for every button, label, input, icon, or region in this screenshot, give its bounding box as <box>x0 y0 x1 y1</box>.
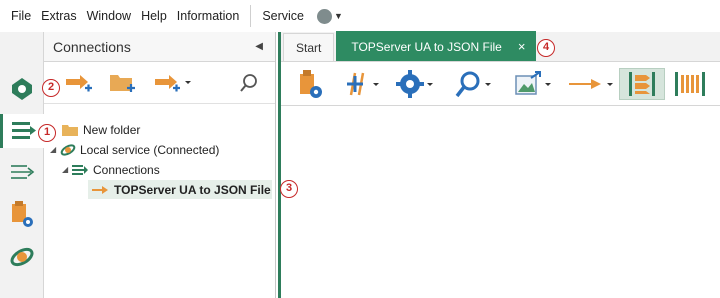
connections-panel: Connections ◀ New folder ◢ Local service… <box>44 32 276 298</box>
callout-4: 4 <box>537 39 555 57</box>
collapse-panel-icon[interactable]: ◀ <box>255 41 263 52</box>
menu-service[interactable]: Service <box>257 5 309 27</box>
expand-caret-icon[interactable]: ◢ <box>62 165 72 174</box>
tab-start[interactable]: Start <box>283 33 335 61</box>
add-mapping-icon[interactable] <box>341 68 383 100</box>
main-area: Start TOPServer UA to JSON File × <box>278 31 720 298</box>
callout-1: 1 <box>38 124 56 142</box>
tab-bar: Start TOPServer UA to JSON File × <box>281 31 720 62</box>
search-icon[interactable] <box>453 68 495 100</box>
folder-icon <box>62 125 78 136</box>
connections-toolbar <box>44 62 275 104</box>
menu-extras[interactable]: Extras <box>36 5 81 27</box>
tab-label: TOPServer UA to JSON File <box>351 39 502 54</box>
tree-item-connections[interactable]: ◢ Connections <box>62 160 160 179</box>
menu-window[interactable]: Window <box>82 5 136 27</box>
menu-separator <box>250 5 252 27</box>
image-export-icon[interactable] <box>513 68 555 100</box>
bar-columns-icon[interactable] <box>673 68 707 100</box>
left-nav-bar <box>0 32 44 298</box>
search-icon[interactable] <box>236 67 262 99</box>
menu-help[interactable]: Help <box>136 5 172 27</box>
documents-settings-icon[interactable] <box>5 198 39 232</box>
tree-label: TOPServer UA to JSON File <box>114 182 271 197</box>
service-dropdown-caret-icon[interactable]: ▼ <box>334 11 343 21</box>
main-toolbar <box>281 62 720 106</box>
settings-gear-icon[interactable] <box>395 68 437 100</box>
tree-item-topserver-connection[interactable]: TOPServer UA to JSON File <box>88 180 272 199</box>
new-connection-dropdown-icon[interactable] <box>150 67 196 99</box>
tree-label: Local service (Connected) <box>80 142 220 157</box>
service-status-indicator[interactable] <box>317 8 332 24</box>
list-nav-icon[interactable] <box>5 156 39 190</box>
close-icon[interactable]: × <box>518 39 526 54</box>
tab-label: Start <box>296 40 322 55</box>
connection-arrow-icon <box>92 185 108 194</box>
new-connection-icon[interactable] <box>62 67 96 99</box>
connections-list-icon <box>72 164 88 175</box>
tab-topserver[interactable]: TOPServer UA to JSON File × <box>336 31 537 61</box>
callout-3: 3 <box>280 180 298 198</box>
connections-panel-title: Connections <box>53 38 131 55</box>
data-source-settings-icon[interactable] <box>295 68 325 100</box>
menu-information[interactable]: Information <box>172 5 245 27</box>
tree-item-new-folder[interactable]: New folder <box>62 120 140 139</box>
callout-2: 2 <box>42 79 60 97</box>
tree-label: Connections <box>93 162 160 177</box>
filter-list-icon[interactable] <box>619 68 665 100</box>
expand-caret-icon[interactable]: ◢ <box>50 145 60 154</box>
menu-bar: File Extras Window Help Information Serv… <box>0 0 720 32</box>
tree-label: New folder <box>83 122 141 137</box>
tree-item-local-service[interactable]: ◢ Local service (Connected) <box>50 140 219 159</box>
pipeline-arrow-icon[interactable] <box>567 68 617 100</box>
service-ring-icon <box>60 143 76 156</box>
service-ring-icon[interactable] <box>5 240 39 274</box>
puzzle-icon[interactable] <box>5 72 39 106</box>
new-folder-icon[interactable] <box>106 67 140 99</box>
connections-panel-header: Connections ◀ <box>44 32 275 62</box>
menu-file[interactable]: File <box>6 5 36 27</box>
